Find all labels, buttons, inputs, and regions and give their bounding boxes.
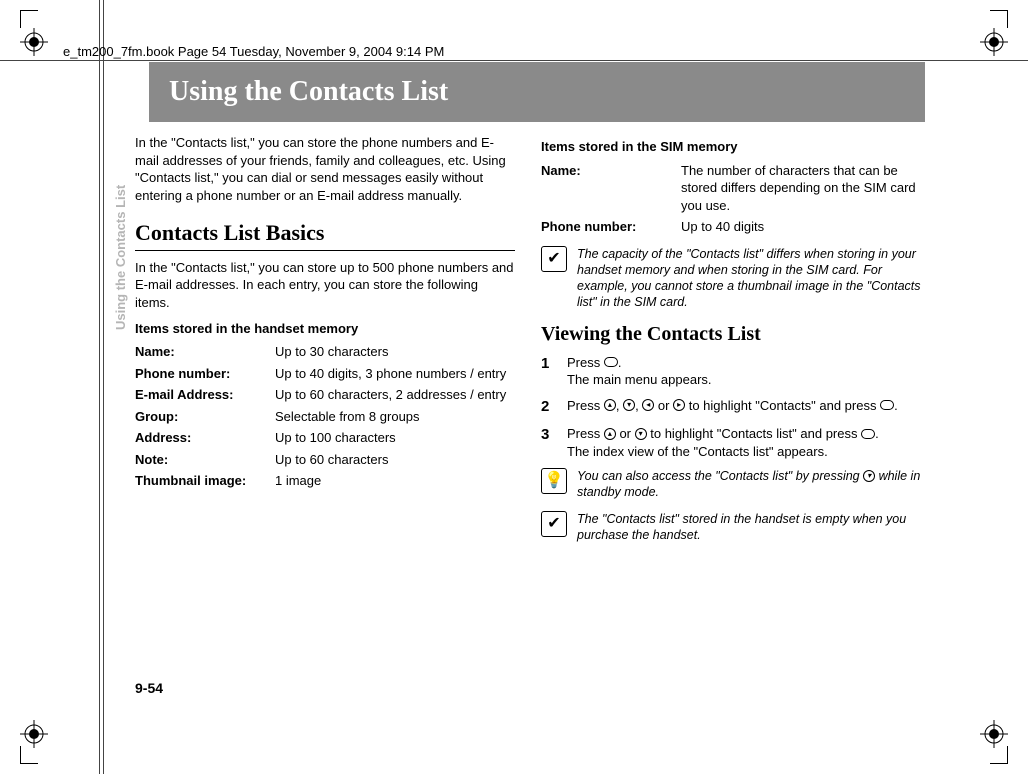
item-label: Phone number:	[541, 216, 681, 238]
table-row: Phone number:Up to 40 digits, 3 phone nu…	[135, 363, 515, 385]
guide-line	[103, 0, 104, 774]
check-icon: ✔	[541, 246, 567, 272]
up-button-icon: ▴	[604, 428, 616, 440]
table-row: Name:Up to 30 characters	[135, 341, 515, 363]
item-label: Address:	[135, 427, 275, 449]
registration-mark-icon	[20, 28, 48, 56]
item-value: Up to 40 digits, 3 phone numbers / entry	[275, 363, 515, 385]
item-label: Thumbnail image:	[135, 470, 275, 492]
table-row: Note:Up to 60 characters	[135, 449, 515, 471]
down-button-icon: ▾	[863, 470, 875, 482]
note-box: ✔ The "Contacts list" stored in the hand…	[541, 511, 921, 544]
table-row: Phone number:Up to 40 digits	[541, 216, 921, 238]
step-subtext: The main menu appears.	[567, 372, 712, 387]
item-label: Note:	[135, 449, 275, 471]
check-icon: ✔	[541, 511, 567, 537]
guide-line	[99, 0, 100, 774]
registration-mark-icon	[20, 720, 48, 748]
tip-text: You can also access the "Contacts list" …	[577, 468, 921, 501]
table-row: Group:Selectable from 8 groups	[135, 406, 515, 428]
crop-mark	[990, 10, 1008, 28]
item-value: Up to 60 characters, 2 addresses / entry	[275, 384, 515, 406]
item-value: 1 image	[275, 470, 515, 492]
down-button-icon: ▾	[623, 399, 635, 411]
button-glyph-icon	[861, 429, 875, 439]
item-label: Name:	[135, 341, 275, 363]
lightbulb-icon: 💡	[541, 468, 567, 494]
step-number: 3	[541, 425, 557, 460]
item-value: Selectable from 8 groups	[275, 406, 515, 428]
item-value: Up to 40 digits	[681, 216, 921, 238]
step-text: Press ▴, ▾, ◂ or ▸ to highlight "Contact…	[567, 397, 921, 417]
table-row: Name:The number of characters that can b…	[541, 160, 921, 217]
registration-mark-icon	[980, 28, 1008, 56]
sim-items-table: Name:The number of characters that can b…	[541, 160, 921, 238]
step-subtext: The index view of the "Contacts list" ap…	[567, 444, 828, 459]
list-heading: Items stored in the handset memory	[135, 320, 515, 338]
note-box: ✔ The capacity of the "Contacts list" di…	[541, 246, 921, 311]
note-text: The "Contacts list" stored in the handse…	[577, 511, 921, 544]
item-value: The number of characters that can be sto…	[681, 160, 921, 217]
right-column: Items stored in the SIM memory Name:The …	[541, 134, 921, 553]
right-button-icon: ▸	[673, 399, 685, 411]
subsection-heading: Viewing the Contacts List	[541, 321, 921, 348]
body-paragraph: In the "Contacts list," you can store up…	[135, 259, 515, 312]
two-column-layout: In the "Contacts list," you can store th…	[135, 134, 925, 553]
running-header: e_tm200_7fm.book Page 54 Tuesday, Novemb…	[63, 44, 444, 59]
step-text: Press ▴ or ▾ to highlight "Contacts list…	[567, 425, 921, 460]
tip-box: 💡 You can also access the "Contacts list…	[541, 468, 921, 501]
crop-mark	[20, 10, 38, 28]
table-row: Address:Up to 100 characters	[135, 427, 515, 449]
step-row: 1 Press . The main menu appears.	[541, 354, 921, 389]
item-label: Group:	[135, 406, 275, 428]
section-side-label: Using the Contacts List	[113, 185, 128, 330]
item-value: Up to 30 characters	[275, 341, 515, 363]
left-column: In the "Contacts list," you can store th…	[135, 134, 515, 553]
step-number: 2	[541, 397, 557, 417]
table-row: E-mail Address:Up to 60 characters, 2 ad…	[135, 384, 515, 406]
crop-mark	[990, 746, 1008, 764]
page-number: 9-54	[135, 680, 163, 696]
down-button-icon: ▾	[635, 428, 647, 440]
item-value: Up to 100 characters	[275, 427, 515, 449]
registration-mark-icon	[980, 720, 1008, 748]
step-row: 3 Press ▴ or ▾ to highlight "Contacts li…	[541, 425, 921, 460]
item-label: E-mail Address:	[135, 384, 275, 406]
chapter-title-bar: Using the Contacts List	[135, 62, 925, 122]
list-heading: Items stored in the SIM memory	[541, 138, 921, 156]
page-root: e_tm200_7fm.book Page 54 Tuesday, Novemb…	[0, 0, 1028, 774]
item-label: Phone number:	[135, 363, 275, 385]
step-text: Press . The main menu appears.	[567, 354, 921, 389]
table-row: Thumbnail image:1 image	[135, 470, 515, 492]
up-button-icon: ▴	[604, 399, 616, 411]
note-text: The capacity of the "Contacts list" diff…	[577, 246, 921, 311]
button-glyph-icon	[880, 400, 894, 410]
crop-mark	[20, 746, 38, 764]
step-row: 2 Press ▴, ▾, ◂ or ▸ to highlight "Conta…	[541, 397, 921, 417]
step-number: 1	[541, 354, 557, 389]
intro-paragraph: In the "Contacts list," you can store th…	[135, 134, 515, 204]
section-heading: Contacts List Basics	[135, 218, 515, 251]
item-label: Name:	[541, 160, 681, 217]
content-area: Using the Contacts List In the "Contacts…	[135, 62, 925, 553]
item-value: Up to 60 characters	[275, 449, 515, 471]
left-button-icon: ◂	[642, 399, 654, 411]
chapter-title: Using the Contacts List	[149, 76, 448, 108]
guide-line	[0, 60, 1028, 61]
button-glyph-icon	[604, 357, 618, 367]
handset-items-table: Name:Up to 30 characters Phone number:Up…	[135, 341, 515, 492]
